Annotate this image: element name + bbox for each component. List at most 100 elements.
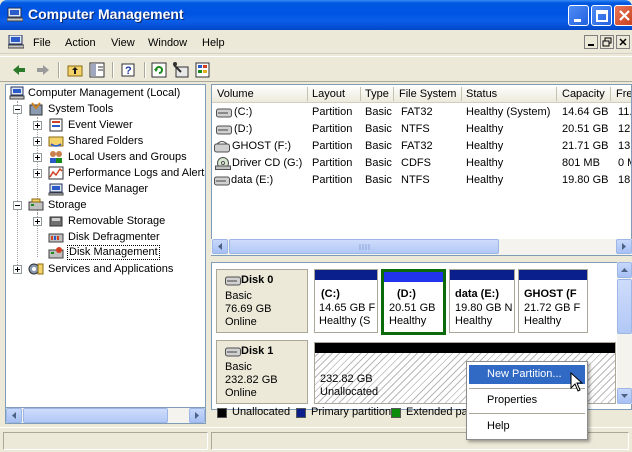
scroll-thumb[interactable] [229, 239, 499, 254]
mouse-pointer-icon [570, 372, 584, 392]
volume-name: (C:) [234, 106, 253, 118]
volume-status: Healthy [466, 174, 504, 186]
expand-toggle[interactable] [33, 153, 42, 162]
partition-size: 20.51 GB [389, 302, 436, 314]
scroll-thumb[interactable] [23, 408, 168, 423]
volume-row[interactable]: (D:) Partition Basic NTFS Healthy 20.51 … [212, 121, 631, 138]
scroll-right-button[interactable] [616, 239, 632, 254]
volume-name: data (E:) [231, 174, 274, 186]
scroll-left-button[interactable] [6, 408, 22, 423]
tree-item-system-tools[interactable]: System Tools [6, 101, 205, 117]
column-header-capacity[interactable]: Capacity [562, 88, 605, 100]
legend-label-unallocated: Unallocated [232, 406, 291, 418]
back-arrow-icon[interactable] [10, 61, 28, 79]
volume-status: Healthy [466, 123, 504, 135]
volume-free-space: 0 M [618, 157, 631, 169]
partition-e[interactable]: data (E:) 19.80 GB N Healthy [449, 269, 515, 333]
mdi-minimize-button[interactable] [584, 35, 598, 49]
expand-toggle[interactable] [33, 137, 42, 146]
volume-row[interactable]: (C:) Partition Basic FAT32 Healthy (Syst… [212, 104, 631, 121]
volume-list-horizontal-scrollbar[interactable] [211, 239, 632, 255]
tree-label: Computer Management (Local) [28, 87, 181, 99]
properties-icon[interactable] [172, 61, 190, 79]
tree-item-disk-management[interactable]: Disk Management [6, 245, 205, 261]
show-hide-console-tree-icon[interactable] [88, 61, 106, 79]
mdi-restore-button[interactable] [600, 35, 614, 49]
close-button[interactable] [614, 5, 632, 26]
maximize-button[interactable] [591, 5, 612, 26]
tree-horizontal-scrollbar[interactable] [5, 407, 206, 424]
disk-name: Disk 0 [241, 274, 274, 286]
expand-toggle[interactable] [13, 265, 22, 274]
volume-row[interactable]: GHOST (F:) Partition Basic FAT32 Healthy… [212, 138, 631, 155]
performance-icon [48, 166, 64, 180]
collapse-toggle[interactable] [13, 105, 22, 114]
graphical-view-vertical-scrollbar[interactable] [617, 262, 632, 404]
tree-item-performance-logs[interactable]: Performance Logs and Alerts [6, 165, 205, 181]
menu-action[interactable]: Action [65, 37, 96, 49]
scroll-thumb[interactable] [617, 279, 632, 334]
menu-window[interactable]: Window [148, 37, 187, 49]
computer-icon [9, 86, 25, 100]
disk-management-icon [48, 247, 64, 259]
tree-item-disk-defragmenter[interactable]: Disk Defragmenter [6, 229, 205, 245]
tree-item-storage[interactable]: Storage [6, 197, 205, 213]
help-icon[interactable]: ? [120, 61, 138, 79]
menu-file[interactable]: File [33, 37, 51, 49]
volume-file-system: FAT32 [401, 140, 433, 152]
tree-item-device-manager[interactable]: Device Manager [6, 181, 205, 197]
tree-item-shared-folders[interactable]: Shared Folders [6, 133, 205, 149]
column-header-layout[interactable]: Layout [312, 88, 345, 100]
forward-arrow-icon[interactable] [34, 61, 52, 79]
menu-item-new-partition[interactable]: New Partition... [469, 365, 585, 384]
expand-toggle[interactable] [33, 169, 42, 178]
volume-name: (D:) [234, 123, 253, 135]
volume-row[interactable]: Driver CD (G:) Partition Basic CDFS Heal… [212, 155, 631, 172]
tree-item-event-viewer[interactable]: Event Viewer [6, 117, 205, 133]
menu-item-label: Properties [487, 394, 538, 406]
menu-view[interactable]: View [111, 37, 135, 49]
scroll-down-button[interactable] [617, 388, 632, 404]
menu-help[interactable]: Help [202, 37, 225, 49]
refresh-icon[interactable] [150, 61, 168, 79]
partition-f[interactable]: GHOST (F 21.72 GB F Healthy [518, 269, 588, 333]
partition-c[interactable]: (C:) 14.65 GB F Healthy (S [314, 269, 378, 333]
column-header-status[interactable]: Status [466, 88, 497, 100]
partition-size: 14.65 GB F [319, 302, 376, 314]
expand-toggle[interactable] [33, 217, 42, 226]
scroll-left-button[interactable] [212, 239, 228, 254]
volume-row[interactable]: data (E:) Partition Basic NTFS Healthy 1… [212, 172, 631, 189]
volume-layout: Partition [312, 174, 353, 186]
up-folder-icon[interactable] [66, 61, 84, 79]
partition-name: (C:) [321, 288, 340, 300]
mmc-system-menu-icon[interactable] [8, 35, 24, 49]
volume-type: Basic [365, 157, 392, 169]
tree-item-root[interactable]: Computer Management (Local) [6, 85, 205, 101]
column-header-type[interactable]: Type [365, 88, 389, 100]
expand-toggle[interactable] [33, 121, 42, 130]
system-tools-icon [29, 102, 43, 116]
menu-item-help[interactable]: Help [469, 417, 585, 436]
storage-icon [28, 198, 44, 211]
disk-size: 76.69 GB [225, 303, 272, 315]
tree-label: Removable Storage [68, 215, 166, 227]
scroll-right-button[interactable] [189, 408, 205, 423]
mdi-close-button[interactable] [616, 35, 630, 49]
users-icon [50, 151, 62, 163]
partition-d[interactable]: (D:) 20.51 GB Healthy [381, 269, 446, 335]
collapse-toggle[interactable] [13, 201, 22, 210]
volume-file-system: FAT32 [401, 106, 433, 118]
volume-capacity: 21.71 GB [562, 140, 609, 152]
column-header-file-system[interactable]: File System [399, 88, 456, 100]
column-header-free-space[interactable]: Fre [616, 88, 631, 100]
tree-item-services-applications[interactable]: Services and Applications [6, 261, 205, 277]
menu-item-properties[interactable]: Properties [469, 391, 585, 410]
tree-item-removable-storage[interactable]: Removable Storage [6, 213, 205, 229]
column-header-volume[interactable]: Volume [217, 88, 254, 100]
scroll-up-button[interactable] [617, 262, 632, 278]
disk-1-label[interactable]: Disk 1 Basic 232.82 GB Online [216, 340, 308, 404]
disk-0-label[interactable]: Disk 0 Basic 76.69 GB Online [216, 269, 308, 333]
tree-item-local-users[interactable]: Local Users and Groups [6, 149, 205, 165]
export-list-icon[interactable] [194, 61, 212, 79]
minimize-button[interactable] [568, 5, 589, 26]
